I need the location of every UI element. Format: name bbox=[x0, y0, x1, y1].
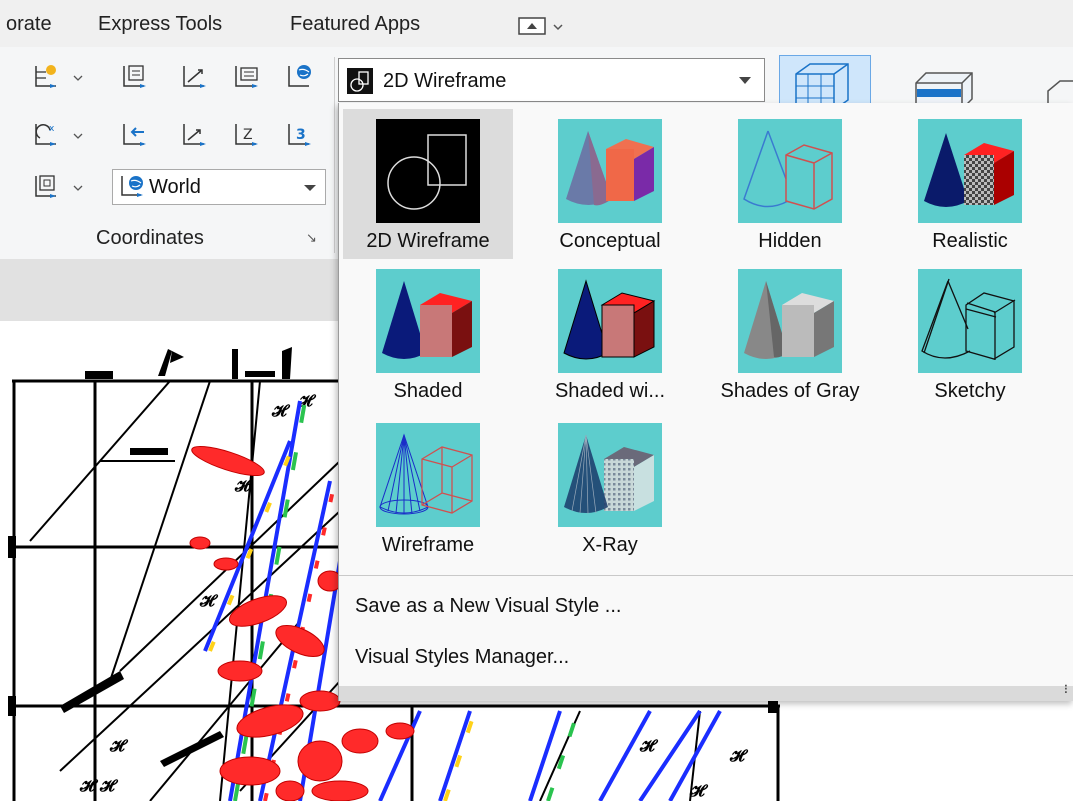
svg-text:𝓗: 𝓗 bbox=[639, 736, 659, 755]
panel-divider bbox=[334, 57, 335, 253]
ucs-origin-icon bbox=[183, 124, 206, 146]
style-label: Hidden bbox=[758, 230, 822, 252]
ucs-select-value: World bbox=[149, 176, 201, 198]
visual-style-2d-wireframe[interactable]: 2D Wireframe bbox=[343, 109, 513, 259]
menu-featured-apps[interactable]: Featured Apps bbox=[290, 13, 420, 36]
svg-text:Z: Z bbox=[243, 127, 253, 143]
svg-text:𝓗: 𝓗 bbox=[271, 401, 291, 420]
ucs-object-button[interactable] bbox=[180, 62, 212, 97]
menu-collaborate[interactable]: orate bbox=[6, 13, 52, 36]
ribbon-display-toggle[interactable] bbox=[518, 15, 566, 37]
chevron-down-icon bbox=[304, 185, 316, 191]
menu-bar: orate Express Tools Featured Apps bbox=[0, 0, 1073, 48]
visual-style-wireframe-button[interactable] bbox=[779, 55, 871, 109]
svg-text:𝓗: 𝓗 bbox=[99, 776, 119, 795]
ucs-object-icon bbox=[183, 66, 206, 88]
style-label: Sketchy bbox=[934, 380, 1006, 402]
panel-title-coordinates: Coordinates bbox=[96, 227, 204, 249]
visual-styles-manager-command[interactable]: Visual Styles Manager... bbox=[355, 646, 569, 669]
ucs-view-button[interactable] bbox=[232, 62, 264, 97]
ucs-3point-icon: 3 bbox=[288, 124, 311, 146]
panel-launcher-icon[interactable]: ↘ bbox=[306, 230, 317, 246]
visual-styles-gallery: 2D Wireframe Conceptual Hidden Realistic… bbox=[338, 103, 1073, 701]
ucs-z-icon: Z bbox=[235, 124, 258, 146]
style-label: X-Ray bbox=[582, 534, 638, 556]
visual-style-realistic[interactable]: Realistic bbox=[885, 109, 1055, 259]
wireframe-box-icon bbox=[795, 63, 849, 108]
x-ray-thumbnail-icon bbox=[558, 423, 662, 527]
wireframe-thumbnail-icon bbox=[376, 423, 480, 527]
visual-style-hidden[interactable]: Hidden bbox=[705, 109, 875, 259]
conceptual-thumbnail-icon bbox=[558, 119, 662, 223]
ucs-named-button[interactable] bbox=[120, 62, 152, 97]
sketchy-thumbnail-icon bbox=[918, 269, 1022, 373]
ucs-previous-icon bbox=[123, 124, 146, 146]
style-label: Conceptual bbox=[559, 230, 661, 252]
ucs-select[interactable]: World bbox=[112, 169, 326, 205]
ucs-world-icon bbox=[288, 65, 311, 87]
ucs-world-button[interactable] bbox=[285, 62, 317, 97]
menu-express-tools[interactable]: Express Tools bbox=[98, 13, 222, 36]
dropdown-arrow-icon bbox=[73, 185, 83, 191]
ucs-icon bbox=[35, 65, 56, 88]
chevron-down-icon[interactable] bbox=[738, 76, 752, 85]
style-label: Realistic bbox=[932, 230, 1008, 252]
style-label: Wireframe bbox=[381, 534, 475, 556]
ucs-named-icon bbox=[123, 65, 146, 88]
panel-toggle-icon bbox=[518, 17, 563, 35]
2d-wireframe-thumbnail-icon bbox=[376, 119, 480, 223]
ucs-icon-props-button[interactable] bbox=[30, 172, 88, 207]
visual-style-shaded[interactable]: Shaded bbox=[343, 259, 513, 409]
ucs-icon-button[interactable] bbox=[30, 62, 88, 97]
svg-text:𝓗: 𝓗 bbox=[689, 781, 709, 800]
visual-style-2d-wireframe-icon bbox=[347, 68, 373, 94]
visual-style-shades-of-gray[interactable]: Shades of Gray bbox=[705, 259, 875, 409]
ucs-view-icon bbox=[235, 66, 258, 88]
dropdown-arrow-icon bbox=[73, 75, 83, 81]
shades-of-gray-thumbnail-icon bbox=[738, 269, 842, 373]
svg-text:x: x bbox=[49, 124, 55, 134]
style-label: Shaded wi... bbox=[554, 380, 666, 402]
hidden-thumbnail-icon bbox=[738, 119, 842, 223]
gallery-resize-bar[interactable]: ⠇ bbox=[339, 683, 1073, 701]
visual-style-combo[interactable]: 2D Wireframe bbox=[338, 58, 765, 102]
resize-grip-icon: ⠇ bbox=[1063, 683, 1072, 697]
style-label: 2D Wireframe bbox=[366, 230, 490, 252]
style-label: Shades of Gray bbox=[720, 380, 860, 402]
visual-style-shaded-with-edges[interactable]: Shaded wi... bbox=[525, 259, 695, 409]
visual-style-conceptual[interactable]: Conceptual bbox=[525, 109, 695, 259]
svg-text:𝓗: 𝓗 bbox=[109, 736, 129, 755]
realistic-thumbnail-icon bbox=[918, 119, 1022, 223]
ucs-icon-properties-icon bbox=[35, 175, 56, 198]
visual-style-sketchy[interactable]: Sketchy bbox=[885, 259, 1055, 409]
visual-style-wireframe[interactable]: Wireframe bbox=[343, 413, 513, 563]
style-label: Shaded bbox=[393, 380, 463, 402]
ucs-origin-button[interactable] bbox=[180, 120, 212, 155]
ucs-x-button[interactable]: x bbox=[30, 120, 88, 155]
save-new-visual-style-command[interactable]: Save as a New Visual Style ... bbox=[355, 595, 621, 618]
world-globe-icon bbox=[121, 176, 143, 197]
svg-text:3: 3 bbox=[296, 127, 306, 143]
ucs-previous-button[interactable] bbox=[120, 120, 152, 155]
shaded-thumbnail-icon bbox=[376, 269, 480, 373]
dropdown-arrow-icon bbox=[73, 133, 83, 139]
ucs-z-axis-button[interactable]: Z bbox=[232, 120, 264, 155]
gallery-separator bbox=[339, 575, 1073, 576]
ucs-3point-button[interactable]: 3 bbox=[285, 120, 317, 155]
ucs-rotate-x-icon: x bbox=[35, 124, 56, 146]
visual-style-combo-value: 2D Wireframe bbox=[383, 70, 507, 92]
svg-text:𝓗: 𝓗 bbox=[199, 591, 219, 610]
visual-style-x-ray[interactable]: X-Ray bbox=[525, 413, 695, 563]
svg-text:𝓗: 𝓗 bbox=[729, 746, 749, 765]
shaded-edges-thumbnail-icon bbox=[558, 269, 662, 373]
